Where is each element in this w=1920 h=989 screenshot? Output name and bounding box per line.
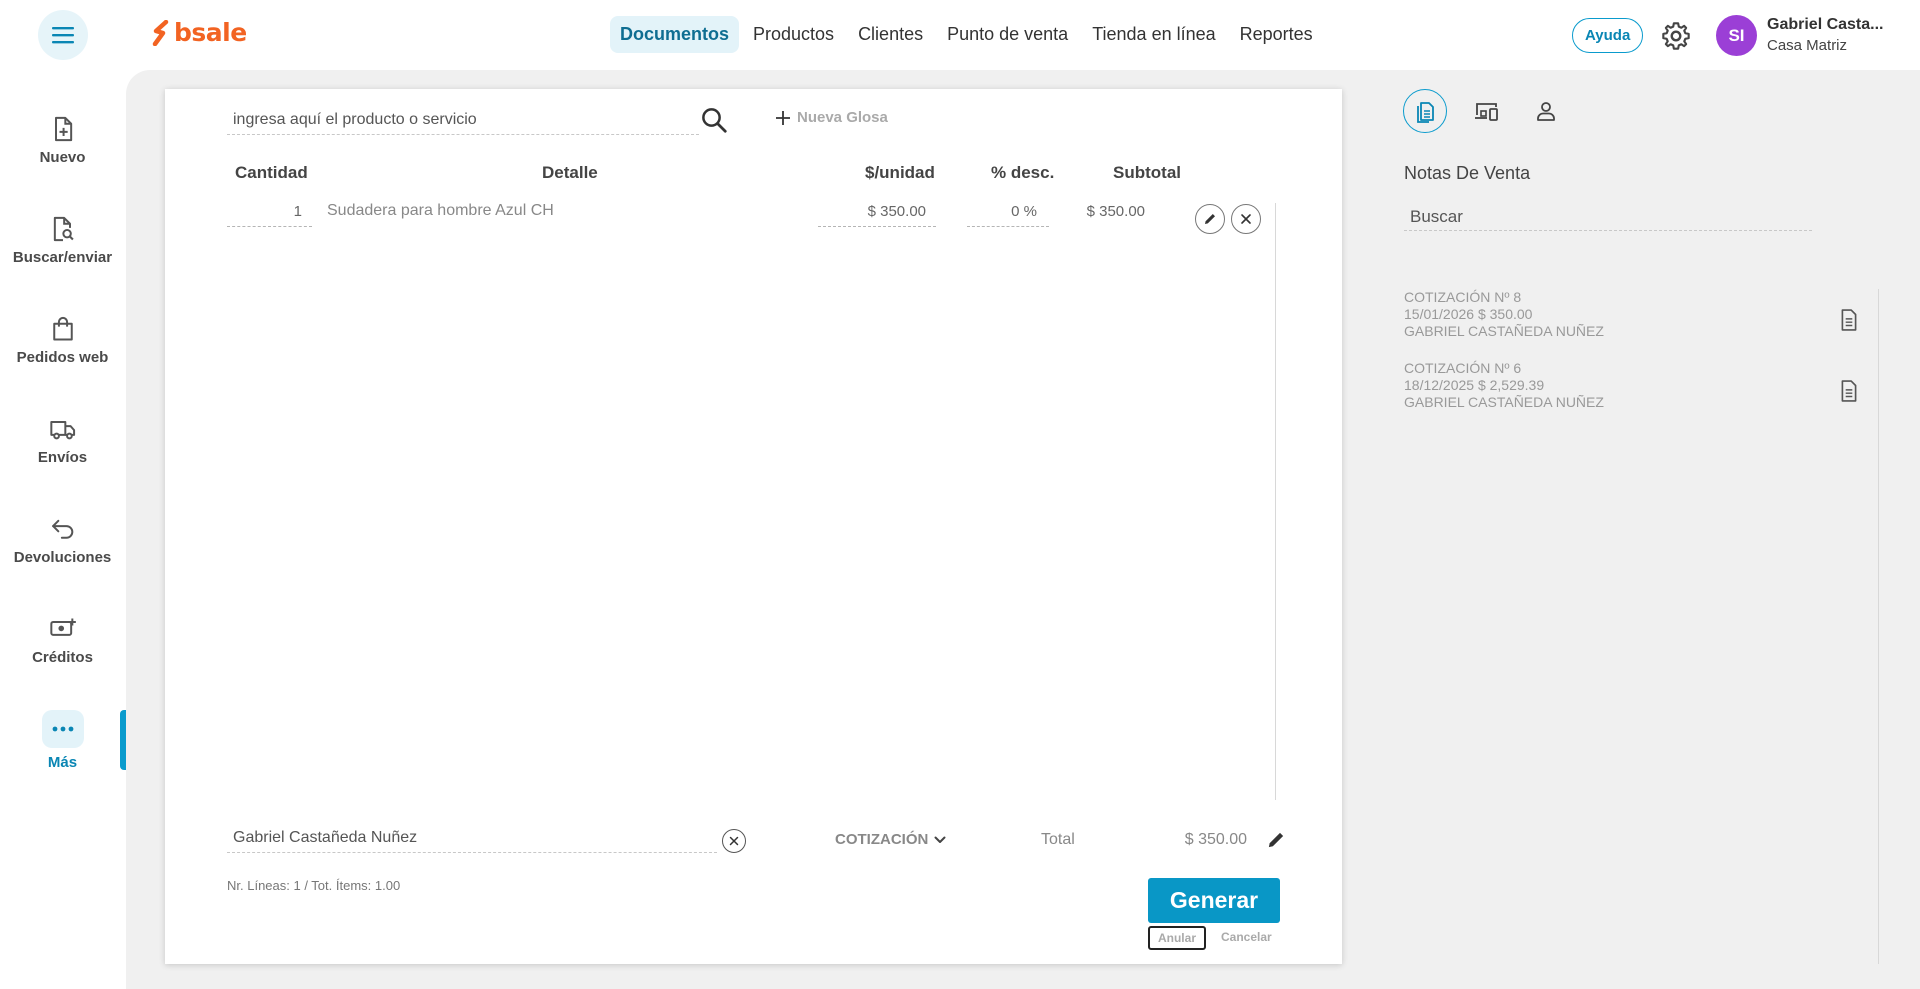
- sidebar: Nuevo Buscar/enviar Pedidos web Envíos D…: [0, 70, 125, 989]
- row-subtotal: $ 350.00: [1086, 203, 1145, 220]
- nav-tienda-en-linea[interactable]: Tienda en línea: [1082, 16, 1225, 53]
- row-detail[interactable]: Sudadera para hombre Azul CH: [327, 202, 554, 220]
- user-icon: [1537, 102, 1555, 121]
- document-type-value: COTIZACIÓN: [835, 831, 929, 848]
- column-header-detail: Detalle: [542, 163, 598, 182]
- plus-icon: [776, 110, 790, 125]
- table-scroll-divider: [1275, 203, 1276, 800]
- note-date-amount: 15/01/2026 $ 350.00: [1404, 306, 1533, 322]
- row-qty-input[interactable]: 1: [227, 201, 312, 227]
- documents-icon: [1417, 102, 1434, 123]
- clear-client-button[interactable]: [722, 829, 746, 853]
- nav-clientes[interactable]: Clientes: [848, 16, 933, 53]
- more-dots-icon: [52, 726, 73, 732]
- notes-list: COTIZACIÓN Nº 8 15/01/2026 $ 350.00 GABR…: [1404, 289, 1864, 431]
- sidebar-item-envios[interactable]: Envíos: [0, 415, 125, 467]
- note-client: GABRIEL CASTAÑEDA NUÑEZ: [1404, 394, 1604, 410]
- new-document-icon: [54, 116, 72, 142]
- avatar[interactable]: SI: [1716, 15, 1757, 56]
- sidebar-item-creditos[interactable]: Créditos: [0, 615, 125, 667]
- hamburger-icon: [52, 27, 74, 44]
- devices-icon: [1475, 103, 1498, 121]
- note-date-amount: 18/12/2025 $ 2,529.39: [1404, 377, 1545, 393]
- note-client: GABRIEL CASTAÑEDA NUÑEZ: [1404, 323, 1604, 339]
- document-type-select[interactable]: COTIZACIÓN: [835, 831, 946, 848]
- help-button[interactable]: Ayuda: [1572, 18, 1644, 53]
- menu-button[interactable]: [38, 10, 88, 60]
- shopping-bag-icon: [52, 316, 73, 341]
- nav-punto-de-venta[interactable]: Punto de venta: [937, 16, 1078, 53]
- sidebar-item-buscar-enviar[interactable]: Buscar/enviar: [0, 215, 125, 267]
- sidebar-item-mas[interactable]: Más: [0, 710, 125, 772]
- sidebar-item-label: Envíos: [37, 449, 88, 466]
- sidebar-item-label: Devoluciones: [13, 549, 112, 566]
- user-name[interactable]: Gabriel Casta...: [1767, 16, 1884, 34]
- total-label: Total: [1041, 831, 1075, 848]
- logo-text: bsale: [174, 18, 247, 47]
- top-bar: bsale Documentos Productos Clientes Punt…: [0, 0, 1920, 70]
- list-item[interactable]: COTIZACIÓN Nº 8 15/01/2026 $ 350.00 GABR…: [1404, 289, 1864, 360]
- close-icon: [729, 836, 739, 846]
- nav-productos[interactable]: Productos: [743, 16, 844, 53]
- user-branch: Casa Matriz: [1767, 37, 1848, 54]
- pencil-icon: [1205, 214, 1215, 224]
- more-button-bg: [41, 710, 84, 748]
- sidebar-item-pedidos-web[interactable]: Pedidos web: [0, 315, 125, 367]
- column-header-discount: % desc.: [991, 163, 1055, 182]
- row-unit-price-input[interactable]: $ 350.00: [818, 201, 936, 227]
- column-header-qty: Cantidad: [235, 163, 308, 182]
- new-gloss-button[interactable]: Nueva Glosa: [775, 109, 888, 126]
- generate-button[interactable]: Generar: [1148, 878, 1280, 923]
- sidebar-item-label: Nuevo: [39, 149, 86, 166]
- bsale-logo-icon: [152, 19, 169, 46]
- edit-row-button[interactable]: [1195, 204, 1225, 234]
- sidebar-item-label: Más: [47, 754, 78, 771]
- document-editor-card: ingresa aquí el producto o servicio Nuev…: [165, 89, 1342, 964]
- sidebar-item-nuevo[interactable]: Nuevo: [0, 115, 125, 167]
- row-discount-input[interactable]: 0 %: [967, 201, 1049, 227]
- tab-contact[interactable]: [1524, 89, 1568, 133]
- search-document-icon: [53, 216, 74, 242]
- new-gloss-label: Nueva Glosa: [797, 109, 888, 126]
- product-search-input[interactable]: ingresa aquí el producto o servicio: [227, 109, 699, 135]
- nav-reportes[interactable]: Reportes: [1230, 16, 1323, 53]
- remove-row-button[interactable]: [1231, 204, 1261, 234]
- tab-documents[interactable]: [1403, 89, 1447, 133]
- document-icon[interactable]: [1840, 380, 1858, 402]
- money-plus-icon: [49, 618, 76, 636]
- total-value: $ 350.00: [1184, 831, 1247, 848]
- cancel-button[interactable]: Cancelar: [1221, 930, 1272, 944]
- list-item[interactable]: COTIZACIÓN Nº 6 18/12/2025 $ 2,529.39 GA…: [1404, 360, 1864, 431]
- void-button[interactable]: Anular: [1148, 926, 1206, 950]
- sidebar-item-label: Créditos: [32, 649, 93, 666]
- search-icon[interactable]: [699, 105, 729, 135]
- bsale-logo[interactable]: bsale: [152, 18, 247, 47]
- panel-scroll-divider: [1878, 289, 1879, 964]
- line-item-stats: Nr. Líneas: 1 / Tot. Ítems: 1.00: [227, 878, 401, 893]
- document-icon[interactable]: [1840, 309, 1858, 331]
- column-header-unit-price: $/unidad: [865, 163, 935, 182]
- truck-icon: [49, 421, 75, 440]
- sidebar-item-label: Buscar/enviar: [12, 249, 113, 266]
- close-icon: [1241, 214, 1251, 224]
- column-header-subtotal: Subtotal: [1113, 163, 1181, 182]
- notes-panel-title: Notas De Venta: [1404, 163, 1531, 183]
- client-input[interactable]: Gabriel Castañeda Nuñez: [227, 827, 717, 853]
- note-title: COTIZACIÓN Nº 8: [1404, 289, 1522, 305]
- chevron-down-icon: [934, 836, 946, 843]
- gear-icon[interactable]: [1660, 20, 1692, 52]
- main-nav: Documentos Productos Clientes Punto de v…: [610, 16, 1323, 53]
- return-arrow-icon: [51, 519, 73, 539]
- pencil-icon[interactable]: [1266, 830, 1286, 850]
- tab-devices[interactable]: [1465, 89, 1509, 133]
- nav-documentos[interactable]: Documentos: [610, 16, 740, 53]
- sidebar-item-label: Pedidos web: [16, 349, 109, 366]
- notes-search-input[interactable]: Buscar: [1404, 205, 1812, 231]
- sidebar-item-devoluciones[interactable]: Devoluciones: [0, 515, 125, 567]
- note-title: COTIZACIÓN Nº 6: [1404, 360, 1522, 376]
